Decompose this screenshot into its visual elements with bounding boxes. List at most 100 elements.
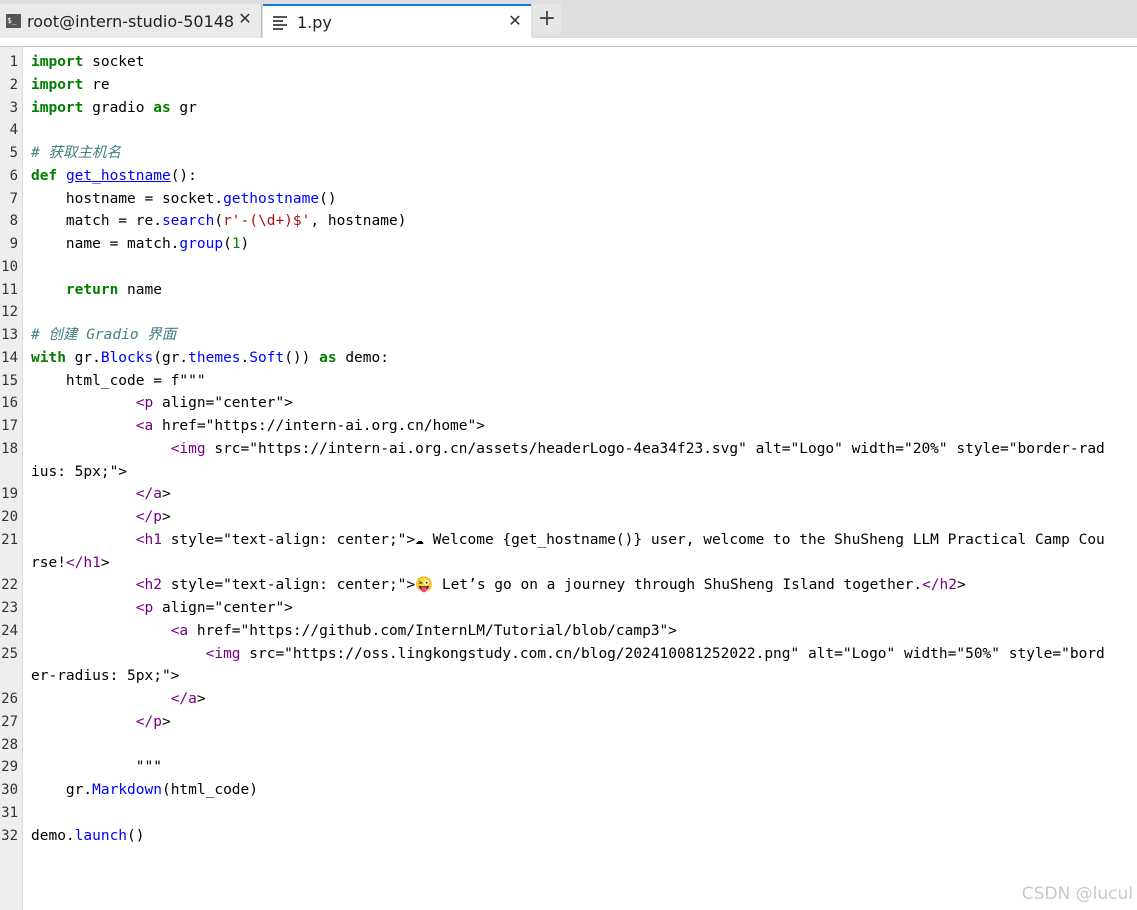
line-text: </a> [135, 486, 171, 503]
code-line[interactable]: 26 </a> [0, 688, 1137, 711]
line-text: </p> [135, 509, 171, 525]
code-line[interactable]: 4 [0, 119, 1137, 142]
line-number: 20 [1, 509, 18, 525]
code-line[interactable]: 3 import gradio as gr [0, 97, 1137, 120]
line-text: <h1 style="text-align: center;">☁ Welcom… [31, 531, 1105, 571]
line-text: import gradio as gr [31, 99, 197, 116]
code-line[interactable]: 16 <p align="center"> [0, 392, 1137, 415]
line-number: 8 [9, 213, 18, 230]
line-text: <img src="https://intern-ai.org.cn/asset… [31, 440, 1105, 480]
line-number: 27 [1, 713, 18, 730]
line-number: 15 [1, 372, 18, 389]
line-text: </a> [170, 691, 206, 707]
line-number: 9 [9, 236, 18, 252]
line-text: """ [31, 759, 162, 776]
code-line[interactable]: 32 demo.launch() [0, 825, 1137, 848]
code-line[interactable]: 20 </p> [0, 506, 1137, 529]
line-text: <a href="https://intern-ai.org.cn/home"> [135, 418, 485, 434]
code-line[interactable]: 14 with gr.Blocks(gr.themes.Soft()) as de… [0, 347, 1137, 370]
line-number: 14 [1, 349, 18, 366]
tab-terminal[interactable]: $_ root@intern-studio-50148 ✕ [0, 4, 262, 38]
tab-bar: $_ root@intern-studio-50148 ✕ 1.py ✕ + [0, 0, 1137, 38]
code-line[interactable]: 21 <h1 style="text-align: center;">☁ Wel… [0, 529, 1137, 575]
close-icon[interactable]: ✕ [237, 9, 253, 28]
line-number: 24 [1, 622, 18, 639]
line-text: def get_hostname(): [31, 167, 197, 184]
code-line[interactable]: 10 [0, 256, 1137, 279]
line-text: </p> [135, 713, 171, 730]
line-number: 28 [1, 736, 18, 753]
add-tab-button[interactable]: + [533, 4, 561, 34]
line-number: 4 [9, 122, 18, 139]
code-line[interactable]: 18 <img src="https://intern-ai.org.cn/as… [0, 438, 1137, 484]
line-text: import re [31, 76, 110, 93]
line-number: 12 [1, 304, 18, 321]
code-line[interactable]: 22 <h2 style="text-align: center;">😜 Let… [0, 574, 1137, 597]
line-text: import socket [31, 54, 145, 70]
terminal-icon: $_ [6, 14, 21, 28]
line-text: match = re.search(r'-(\d+)$', hostname) [31, 213, 407, 230]
line-text: <h2 style="text-align: center;">😜 Let’s … [135, 577, 966, 594]
line-number: 1 [9, 54, 18, 70]
line-number: 22 [1, 577, 18, 594]
tab-bar-divider [0, 38, 1137, 47]
code-line[interactable]: 15 html_code = f""" [0, 370, 1137, 393]
line-number: 17 [1, 418, 18, 434]
line-number: 32 [1, 827, 18, 844]
line-text: hostname = socket.gethostname() [31, 190, 337, 207]
line-text: name = match.group(1) [31, 236, 250, 252]
code-editor[interactable]: 1 import socket 2 import re 3 import gradio a… [0, 51, 1137, 847]
line-text: <img src="https://oss.lingkongstudy.com.… [31, 645, 1105, 685]
code-line[interactable]: 24 <a href="https://github.com/InternLM/… [0, 620, 1137, 643]
code-line[interactable]: 31 [0, 802, 1137, 825]
line-text: demo.launch() [31, 827, 145, 844]
line-number: 6 [9, 167, 18, 184]
line-text: <p align="center"> [135, 395, 293, 412]
line-number: 3 [9, 99, 18, 116]
watermark: CSDN @lucul [1021, 884, 1133, 904]
code-line[interactable]: 17 <a href="https://intern-ai.org.cn/hom… [0, 415, 1137, 438]
line-text: html_code = f""" [31, 372, 206, 389]
code-line[interactable]: 12 [0, 301, 1137, 324]
file-text-icon [273, 15, 287, 30]
line-text: # 创建 Gradio 界面 [31, 327, 177, 343]
line-number: 18 [1, 440, 18, 457]
line-number: 23 [1, 600, 18, 616]
line-number: 7 [9, 190, 18, 207]
line-number: 21 [1, 531, 18, 548]
line-number: 31 [1, 804, 18, 821]
line-text: <p align="center"> [135, 600, 293, 616]
line-number: 29 [1, 759, 18, 776]
line-number: 16 [1, 395, 18, 412]
code-line[interactable]: 7 hostname = socket.gethostname() [0, 188, 1137, 211]
tab-label: root@intern-studio-50148 [27, 11, 235, 31]
code-line[interactable]: 8 match = re.search(r'-(\d+)$', hostname… [0, 210, 1137, 233]
code-line[interactable]: 27 </p> [0, 711, 1137, 734]
code-line[interactable]: 1 import socket [0, 51, 1137, 74]
line-number: 30 [1, 782, 18, 798]
line-number: 13 [1, 327, 18, 343]
tab-file[interactable]: 1.py ✕ [263, 4, 531, 38]
close-icon[interactable]: ✕ [507, 11, 523, 30]
line-number: 5 [9, 145, 18, 161]
code-line[interactable]: 19 </a> [0, 483, 1137, 506]
code-line[interactable]: 13 # 创建 Gradio 界面 [0, 324, 1137, 347]
code-line[interactable]: 9 name = match.group(1) [0, 233, 1137, 256]
line-text: return name [65, 281, 162, 298]
line-number: 26 [1, 691, 18, 707]
code-line[interactable]: 29 """ [0, 756, 1137, 779]
code-line[interactable]: 23 <p align="center"> [0, 597, 1137, 620]
code-line[interactable]: 11 return name [0, 279, 1137, 302]
line-text: # 获取主机名 [31, 145, 121, 161]
code-line[interactable]: 5 # 获取主机名 [0, 142, 1137, 165]
code-line[interactable]: 6 def get_hostname(): [0, 165, 1137, 188]
line-number: 2 [9, 76, 18, 93]
code-line[interactable]: 25 <img src="https://oss.lingkongstudy.c… [0, 643, 1137, 689]
line-text: with gr.Blocks(gr.themes.Soft()) as demo… [31, 349, 389, 366]
code-line[interactable]: 28 [0, 734, 1137, 757]
code-line[interactable]: 30 gr.Markdown(html_code) [0, 779, 1137, 802]
tab-label: 1.py [297, 12, 332, 32]
line-number: 10 [1, 258, 18, 275]
line-text: gr.Markdown(html_code) [31, 782, 258, 798]
code-line[interactable]: 2 import re [0, 74, 1137, 97]
